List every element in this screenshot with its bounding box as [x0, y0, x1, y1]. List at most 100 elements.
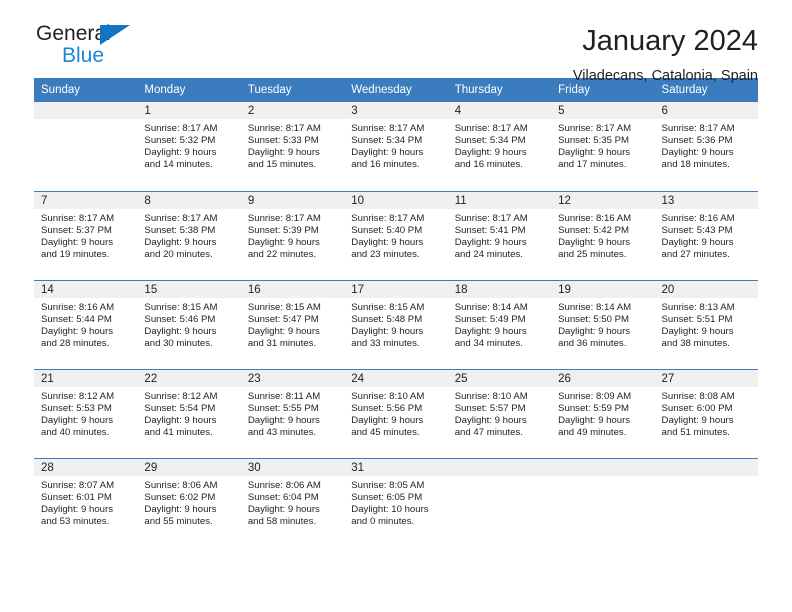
sunrise-text: Sunrise: 8:17 AM [41, 212, 115, 224]
day-number: 25 [447, 369, 552, 387]
daylight-text-line1: Daylight: 9 hours [558, 147, 631, 159]
day-number: 26 [551, 369, 655, 387]
day-details: Sunrise: 8:15 AM Sunset: 5:46 PM Daylight:… [137, 298, 240, 350]
day-details: Sunrise: 8:17 AM Sunset: 5:38 PM Daylight:… [137, 209, 240, 261]
calendar-day-cell[interactable] [654, 457, 758, 547]
day-details: Sunrise: 8:16 AM Sunset: 5:42 PM Daylight:… [551, 209, 654, 261]
day-number: 5 [551, 102, 655, 119]
calendar-day-cell[interactable]: 24 Sunrise: 8:10 AM Sunset: 5:56 PM Dayligh… [344, 368, 448, 458]
calendar-day-cell[interactable]: 11 Sunrise: 8:17 AM Sunset: 5:41 PM Dayligh… [447, 190, 552, 280]
day-details: Sunrise: 8:15 AM Sunset: 5:48 PM Daylight:… [344, 298, 447, 350]
daylight-text-line1: Daylight: 9 hours [661, 147, 734, 159]
day-number: 12 [551, 191, 655, 209]
calendar-day-cell[interactable]: 4 Sunrise: 8:17 AM Sunset: 5:34 PM Daylight… [447, 102, 552, 191]
sunrise-text: Sunrise: 8:17 AM [351, 123, 425, 134]
daylight-text-line1: Daylight: 9 hours [351, 325, 424, 337]
calendar-day-cell[interactable]: 27 Sunrise: 8:08 AM Sunset: 6:00 PM Dayligh… [654, 368, 758, 458]
general-blue-logo[interactable]: General Blue [34, 22, 154, 74]
sunrise-text: Sunrise: 8:17 AM [454, 123, 528, 134]
calendar-day-cell[interactable] [34, 102, 138, 191]
sunrise-text: Sunrise: 8:07 AM [41, 479, 115, 491]
sunset-text: Sunset: 5:50 PM [558, 313, 630, 325]
day-number: 23 [240, 369, 345, 387]
calendar-day-cell[interactable]: 17 Sunrise: 8:15 AM Sunset: 5:48 PM Dayligh… [344, 279, 448, 369]
daylight-text-line2: and 30 minutes. [144, 337, 213, 349]
calendar-day-cell[interactable]: 20 Sunrise: 8:13 AM Sunset: 5:51 PM Dayligh… [654, 279, 758, 369]
calendar-day-cell[interactable]: 2 Sunrise: 8:17 AM Sunset: 5:33 PM Daylight… [240, 102, 345, 191]
daylight-text-line1: Daylight: 9 hours [454, 236, 527, 248]
daylight-text-line1: Daylight: 9 hours [41, 236, 113, 248]
calendar-day-cell[interactable]: 9 Sunrise: 8:17 AM Sunset: 5:39 PM Daylight… [240, 190, 345, 280]
calendar-day-cell[interactable]: 1 Sunrise: 8:17 AM Sunset: 5:32 PM Daylight… [137, 102, 241, 191]
calendar-day-cell[interactable]: 25 Sunrise: 8:10 AM Sunset: 5:57 PM Dayligh… [447, 368, 552, 458]
calendar-day-cell[interactable]: 8 Sunrise: 8:17 AM Sunset: 5:38 PM Daylight… [137, 190, 241, 280]
calendar-day-cell[interactable] [447, 457, 552, 547]
daylight-text-line2: and 23 minutes. [351, 248, 420, 260]
sunset-text: Sunset: 5:53 PM [41, 402, 112, 414]
day-details: Sunrise: 8:16 AM Sunset: 5:43 PM Daylight:… [655, 209, 758, 261]
calendar-day-cell[interactable]: 12 Sunrise: 8:16 AM Sunset: 5:42 PM Dayligh… [551, 190, 655, 280]
daylight-text-line1: Daylight: 9 hours [247, 325, 320, 337]
daylight-text-line2: and 15 minutes. [247, 159, 317, 171]
calendar-day-cell[interactable]: 31 Sunrise: 8:05 AM Sunset: 6:05 PM Dayligh… [344, 457, 448, 547]
daylight-text-line2: and 51 minutes. [661, 426, 730, 438]
sunrise-text: Sunrise: 8:10 AM [351, 390, 425, 402]
day-details: Sunrise: 8:17 AM Sunset: 5:39 PM Daylight:… [241, 209, 344, 261]
calendar-day-cell[interactable]: 15 Sunrise: 8:15 AM Sunset: 5:46 PM Dayligh… [137, 279, 241, 369]
sunrise-text: Sunrise: 8:05 AM [351, 479, 425, 491]
day-number: 20 [654, 280, 758, 298]
calendar-body: 1 Sunrise: 8:17 AM Sunset: 5:32 PM Daylight… [34, 102, 758, 547]
weekday-header-sunday: Sunday [34, 78, 138, 102]
day-number: 13 [654, 191, 758, 209]
calendar-day-cell[interactable]: 13 Sunrise: 8:16 AM Sunset: 5:43 PM Dayligh… [654, 190, 758, 280]
day-number [34, 102, 138, 119]
day-number: 30 [240, 458, 345, 476]
weekday-header-monday: Monday [137, 78, 241, 102]
daylight-text-line1: Daylight: 9 hours [247, 414, 320, 426]
calendar-day-cell[interactable]: 30 Sunrise: 8:06 AM Sunset: 6:04 PM Dayligh… [240, 457, 345, 547]
day-details: Sunrise: 8:06 AM Sunset: 6:02 PM Daylight:… [137, 476, 240, 528]
daylight-text-line2: and 43 minutes. [247, 426, 317, 438]
daylight-text-line1: Daylight: 9 hours [41, 503, 113, 515]
daylight-text-line2: and 55 minutes. [144, 515, 213, 527]
daylight-text-line1: Daylight: 9 hours [247, 147, 320, 159]
calendar-day-cell[interactable]: 10 Sunrise: 8:17 AM Sunset: 5:40 PM Dayligh… [344, 190, 448, 280]
day-details: Sunrise: 8:10 AM Sunset: 5:56 PM Daylight:… [344, 387, 447, 439]
calendar-week-row: 7 Sunrise: 8:17 AM Sunset: 5:37 PM Daylight… [34, 190, 758, 280]
day-details: Sunrise: 8:17 AM Sunset: 5:41 PM Daylight:… [448, 209, 551, 261]
calendar-day-cell[interactable] [551, 457, 655, 547]
sunrise-text: Sunrise: 8:11 AM [247, 390, 321, 402]
sunset-text: Sunset: 5:40 PM [351, 224, 423, 236]
daylight-text-line1: Daylight: 9 hours [144, 325, 217, 337]
day-details: Sunrise: 8:11 AM Sunset: 5:55 PM Daylight:… [241, 387, 344, 439]
calendar-day-cell[interactable]: 14 Sunrise: 8:16 AM Sunset: 5:44 PM Dayligh… [34, 279, 138, 369]
sunrise-text: Sunrise: 8:13 AM [661, 301, 735, 313]
calendar-day-cell[interactable]: 3 Sunrise: 8:17 AM Sunset: 5:34 PM Daylight… [344, 102, 448, 191]
calendar-week-row: 28 Sunrise: 8:07 AM Sunset: 6:01 PM Dayligh… [34, 457, 758, 547]
daylight-text-line2: and 27 minutes. [661, 248, 730, 260]
calendar-day-cell[interactable]: 16 Sunrise: 8:15 AM Sunset: 5:47 PM Dayligh… [240, 279, 345, 369]
daylight-text-line2: and 28 minutes. [41, 337, 110, 349]
day-number: 3 [344, 102, 448, 119]
day-number: 16 [240, 280, 345, 298]
sunset-text: Sunset: 5:55 PM [247, 402, 319, 414]
daylight-text-line2: and 25 minutes. [558, 248, 627, 260]
calendar-day-cell[interactable]: 22 Sunrise: 8:12 AM Sunset: 5:54 PM Dayligh… [137, 368, 241, 458]
calendar-day-cell[interactable]: 29 Sunrise: 8:06 AM Sunset: 6:02 PM Dayligh… [137, 457, 241, 547]
calendar-day-cell[interactable]: 5 Sunrise: 8:17 AM Sunset: 5:35 PM Daylight… [551, 102, 655, 191]
title-block: January 2024 Viladecans, Catalonia, Spai… [573, 22, 758, 86]
sunrise-text: Sunrise: 8:17 AM [351, 212, 425, 224]
daylight-text-line1: Daylight: 9 hours [144, 236, 217, 248]
calendar-day-cell[interactable]: 23 Sunrise: 8:11 AM Sunset: 5:55 PM Dayligh… [240, 368, 345, 458]
page-header: General Blue January 2024 Viladecans, Ca… [34, 0, 758, 84]
daylight-text-line2: and 33 minutes. [351, 337, 420, 349]
calendar-day-cell[interactable]: 28 Sunrise: 8:07 AM Sunset: 6:01 PM Dayligh… [34, 457, 138, 547]
calendar-day-cell[interactable]: 6 Sunrise: 8:17 AM Sunset: 5:36 PM Daylight… [654, 102, 758, 191]
calendar-day-cell[interactable]: 19 Sunrise: 8:14 AM Sunset: 5:50 PM Dayligh… [551, 279, 655, 369]
calendar-day-cell[interactable]: 21 Sunrise: 8:12 AM Sunset: 5:53 PM Dayligh… [34, 368, 138, 458]
daylight-text-line2: and 41 minutes. [144, 426, 213, 438]
weekday-header-thursday: Thursday [447, 78, 552, 102]
calendar-day-cell[interactable]: 7 Sunrise: 8:17 AM Sunset: 5:37 PM Daylight… [34, 190, 138, 280]
calendar-day-cell[interactable]: 26 Sunrise: 8:09 AM Sunset: 5:59 PM Dayligh… [551, 368, 655, 458]
calendar-day-cell[interactable]: 18 Sunrise: 8:14 AM Sunset: 5:49 PM Dayligh… [447, 279, 552, 369]
